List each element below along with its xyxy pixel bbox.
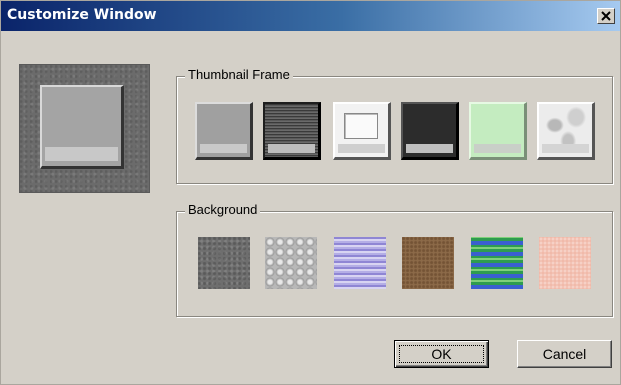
close-button[interactable] [597,8,615,24]
thumbnail-frame-group: Thumbnail Frame [176,67,613,184]
background-group: Background [176,202,613,317]
background-option-lavender-stripes[interactable] [334,237,386,289]
frame-caption-bar [338,144,385,153]
preview-thumbnail-frame [40,85,124,169]
frame-caption-bar [474,144,521,153]
close-icon [601,11,611,21]
preview-caption-bar [45,147,118,161]
background-option-blue-green-wave[interactable] [471,237,523,289]
frame-caption-bar [268,144,315,153]
thumbnail-frame-label: Thumbnail Frame [185,67,293,82]
cancel-button[interactable]: Cancel [517,340,612,368]
thumbnail-frame-option-black[interactable] [401,102,459,160]
thumbnail-frame-option-gray[interactable] [195,102,253,160]
thumbnail-frame-option-white[interactable] [333,102,391,160]
frame-caption-bar [200,144,247,153]
window-preview [19,64,150,193]
ok-button-label: OK [431,346,452,362]
frame-caption-bar [542,144,589,153]
ok-button[interactable]: OK [394,340,489,368]
background-label: Background [185,202,261,217]
cancel-button-label: Cancel [542,346,587,362]
background-option-wood[interactable] [402,237,454,289]
background-option-granite[interactable] [198,237,250,289]
background-option-studs[interactable] [265,237,317,289]
thumbnail-frame-option-light-green[interactable] [469,102,527,160]
title-bar[interactable]: Customize Window [1,1,620,31]
thumbnail-frame-option-dark-stripes[interactable] [263,102,321,160]
background-option-pink-texture[interactable] [539,237,591,289]
thumbnail-frame-option-marble[interactable] [537,102,595,160]
window-title: Customize Window [7,7,157,23]
frame-inner-picture [344,113,378,139]
frame-caption-bar [406,144,453,153]
customize-window-dialog: Customize Window Thumbnail Frame Backgro… [0,0,621,385]
